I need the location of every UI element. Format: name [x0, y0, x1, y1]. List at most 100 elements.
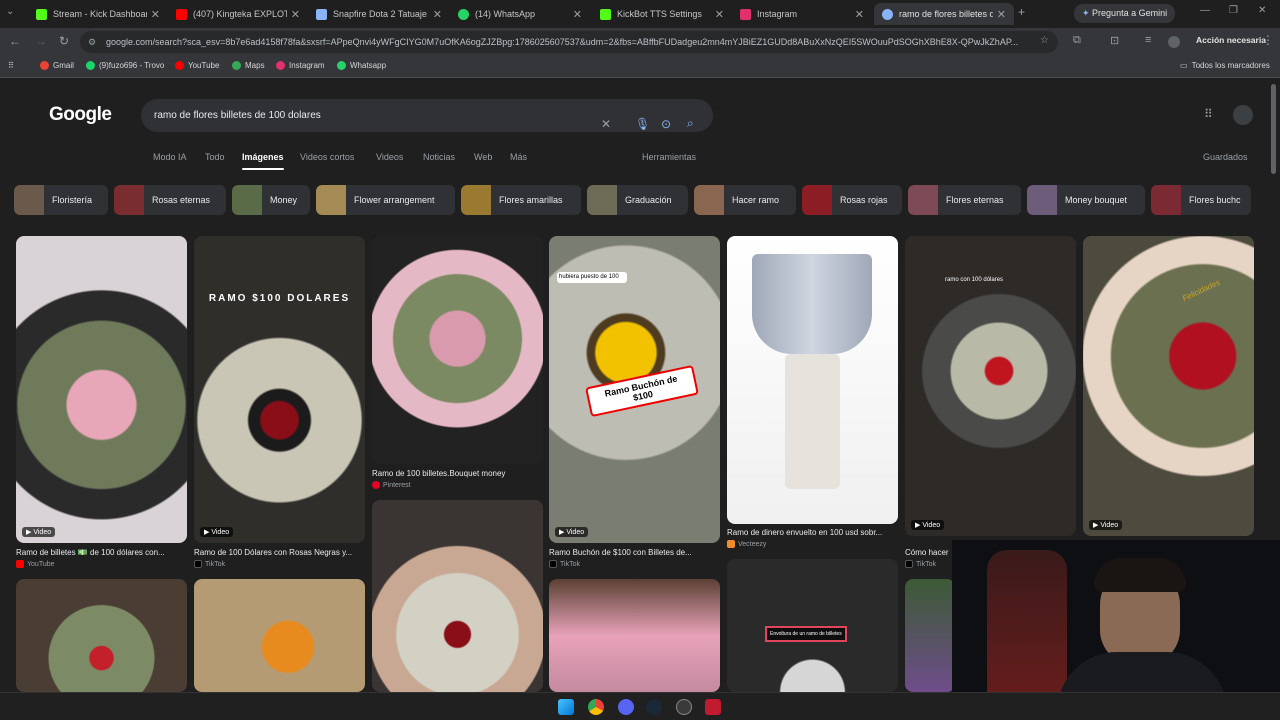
- tab-kickbot[interactable]: KickBot TTS Settings ✕: [592, 3, 732, 25]
- chip-flores-eternas[interactable]: Flores eternas: [908, 185, 1021, 215]
- forward-icon[interactable]: →: [35, 34, 47, 48]
- tab-imagenes[interactable]: Imágenes: [242, 152, 284, 170]
- result-source-3[interactable]: Pinterest: [372, 481, 411, 489]
- maximize-icon[interactable]: ❐: [1229, 5, 1238, 16]
- mic-icon[interactable]: 🎙︎: [635, 108, 650, 141]
- chip-hacer-ramo[interactable]: Hacer ramo: [694, 185, 796, 215]
- result-image-1[interactable]: ▶ Video: [16, 236, 187, 543]
- tab-kick-dashboard[interactable]: Stream - Kick Dashboard ✕: [28, 3, 168, 25]
- result-image-13[interactable]: Envoltura de un ramo de billetes: [727, 559, 898, 692]
- bookmark-youtube[interactable]: YouTube: [175, 61, 219, 70]
- apps-icon[interactable]: ⠿: [8, 61, 14, 70]
- bookmark-instagram[interactable]: Instagram: [276, 61, 325, 70]
- chip-rosas-rojas[interactable]: Rosas rojas: [802, 185, 902, 215]
- result-image-6[interactable]: ramo con 100 dólares ▶ Video: [905, 236, 1076, 536]
- close-icon[interactable]: ✕: [151, 8, 160, 21]
- tab-snapfire[interactable]: Snapfire Dota 2 Tatuaje Ac ✕: [308, 3, 450, 25]
- bookmark-whatsapp[interactable]: Whatsapp: [337, 61, 386, 70]
- result-caption-1[interactable]: Ramo de billetes 💵 de 100 dólares con...: [16, 548, 187, 557]
- chip-money-bouquet[interactable]: Money bouquet: [1027, 185, 1145, 215]
- tools-button[interactable]: Herramientas: [642, 152, 696, 162]
- screenshot-icon[interactable]: ⊡: [1110, 34, 1119, 47]
- result-image-7[interactable]: Felicidades ▶ Video: [1083, 236, 1254, 536]
- result-image-12[interactable]: [549, 579, 720, 692]
- tab-search-icon[interactable]: ⌄: [6, 6, 14, 17]
- app-icon[interactable]: [705, 699, 721, 715]
- close-icon[interactable]: ✕: [715, 8, 724, 21]
- clear-icon[interactable]: ✕: [601, 108, 611, 141]
- address-bar[interactable]: ⚙ google.com/search?sca_esv=8b7e6ad4158f…: [80, 31, 1058, 53]
- result-caption-2[interactable]: Ramo de 100 Dólares con Rosas Negras y..…: [194, 548, 365, 557]
- chip-floristeria[interactable]: Floristería: [14, 185, 108, 215]
- tab-videos[interactable]: Videos: [376, 152, 403, 162]
- menu-icon[interactable]: ⋮: [1262, 33, 1274, 47]
- minimize-icon[interactable]: —: [1200, 5, 1210, 16]
- chip-rosas-eternas[interactable]: Rosas eternas: [114, 185, 226, 215]
- result-image-9[interactable]: [16, 579, 187, 692]
- tab-modo-ia[interactable]: Modo IA: [153, 152, 187, 162]
- tab-instagram[interactable]: Instagram ✕: [732, 3, 872, 25]
- site-info-icon[interactable]: ⚙: [88, 31, 96, 53]
- result-source-2[interactable]: TikTok: [194, 560, 225, 568]
- saved-button[interactable]: Guardados: [1203, 152, 1248, 162]
- result-source-6[interactable]: TikTok: [905, 560, 936, 568]
- lens-icon[interactable]: ⊙: [661, 108, 671, 141]
- chip-flower-arrangement[interactable]: Flower arrangement: [316, 185, 455, 215]
- extensions-icon[interactable]: ⧉: [1073, 34, 1081, 47]
- all-bookmarks[interactable]: ▭ Todos los marcadores: [1180, 61, 1270, 70]
- search-input[interactable]: ramo de flores billetes de 100 dolares ✕…: [141, 99, 713, 132]
- result-image-14[interactable]: [905, 579, 955, 692]
- tab-todo[interactable]: Todo: [205, 152, 225, 162]
- discord-icon[interactable]: [618, 699, 634, 715]
- close-icon[interactable]: ✕: [997, 8, 1006, 21]
- tab-youtube[interactable]: (407) Kingteka EXPLOTA c✕: [168, 3, 308, 25]
- gemini-button[interactable]: ✦ Pregunta a Gemini: [1074, 4, 1176, 23]
- action-needed-button[interactable]: Acción necesaria: [1196, 35, 1266, 45]
- windows-start-icon[interactable]: [558, 699, 574, 715]
- bookmark-gmail[interactable]: Gmail: [40, 61, 74, 70]
- steam-icon[interactable]: [646, 699, 662, 715]
- google-logo[interactable]: Google: [49, 104, 112, 126]
- close-icon[interactable]: ✕: [433, 8, 442, 21]
- result-image-2[interactable]: RAMO $100 DOLARES ▶ Video: [194, 236, 365, 543]
- result-image-3[interactable]: [372, 236, 543, 464]
- tab-videos-cortos[interactable]: Videos cortos: [300, 152, 354, 162]
- result-source-5[interactable]: Vecteezy: [727, 540, 766, 548]
- tab-noticias[interactable]: Noticias: [423, 152, 455, 162]
- result-image-11[interactable]: [372, 500, 543, 692]
- tab-google-search[interactable]: ramo de flores billetes de ✕: [874, 3, 1014, 25]
- result-caption-5[interactable]: Ramo de dinero envuelto en 100 usd sobr.…: [727, 528, 898, 537]
- new-tab-icon[interactable]: +: [1018, 5, 1025, 19]
- search-icon[interactable]: ⌕: [687, 107, 694, 140]
- obs-icon[interactable]: [676, 699, 692, 715]
- close-icon[interactable]: ✕: [573, 8, 582, 21]
- chrome-icon[interactable]: [588, 699, 604, 715]
- close-icon[interactable]: ✕: [291, 8, 300, 21]
- chip-flores-amarillas[interactable]: Flores amarillas: [461, 185, 581, 215]
- result-image-4[interactable]: hubiera puesto de 100 Ramo Buchón de $10…: [549, 236, 720, 543]
- result-source-4[interactable]: TikTok: [549, 560, 580, 568]
- tab-mas[interactable]: Más: [510, 152, 527, 162]
- reload-icon[interactable]: ↻: [59, 34, 69, 48]
- media-icon[interactable]: ≡: [1145, 34, 1151, 46]
- bookmark-maps[interactable]: Maps: [232, 61, 265, 70]
- back-icon[interactable]: ←: [9, 34, 21, 48]
- chip-money[interactable]: Money: [232, 185, 310, 215]
- chip-flores-buchonas[interactable]: Flores buchc: [1151, 185, 1251, 215]
- bookmark-star-icon[interactable]: ☆: [1040, 35, 1049, 46]
- profile-avatar[interactable]: [1168, 36, 1180, 48]
- result-source-1[interactable]: YouTube: [16, 560, 55, 568]
- result-caption-3[interactable]: Ramo de 100 billetes.Bouquet money: [372, 469, 543, 478]
- window-close-icon[interactable]: ✕: [1258, 5, 1266, 16]
- close-icon[interactable]: ✕: [855, 8, 864, 21]
- page-scrollbar[interactable]: [1271, 84, 1276, 174]
- account-avatar[interactable]: [1233, 105, 1253, 125]
- chip-graduacion[interactable]: Graduación: [587, 185, 688, 215]
- result-caption-4[interactable]: Ramo Buchón de $100 con Billetes de...: [549, 548, 720, 557]
- tab-web[interactable]: Web: [474, 152, 492, 162]
- bookmark-trovo[interactable]: (9)fuzo696 - Trovo: [86, 61, 164, 70]
- result-image-5[interactable]: [727, 236, 898, 524]
- result-image-10[interactable]: [194, 579, 365, 692]
- apps-grid-icon[interactable]: ⠿: [1204, 107, 1213, 121]
- tab-whatsapp[interactable]: (14) WhatsApp ✕: [450, 3, 590, 25]
